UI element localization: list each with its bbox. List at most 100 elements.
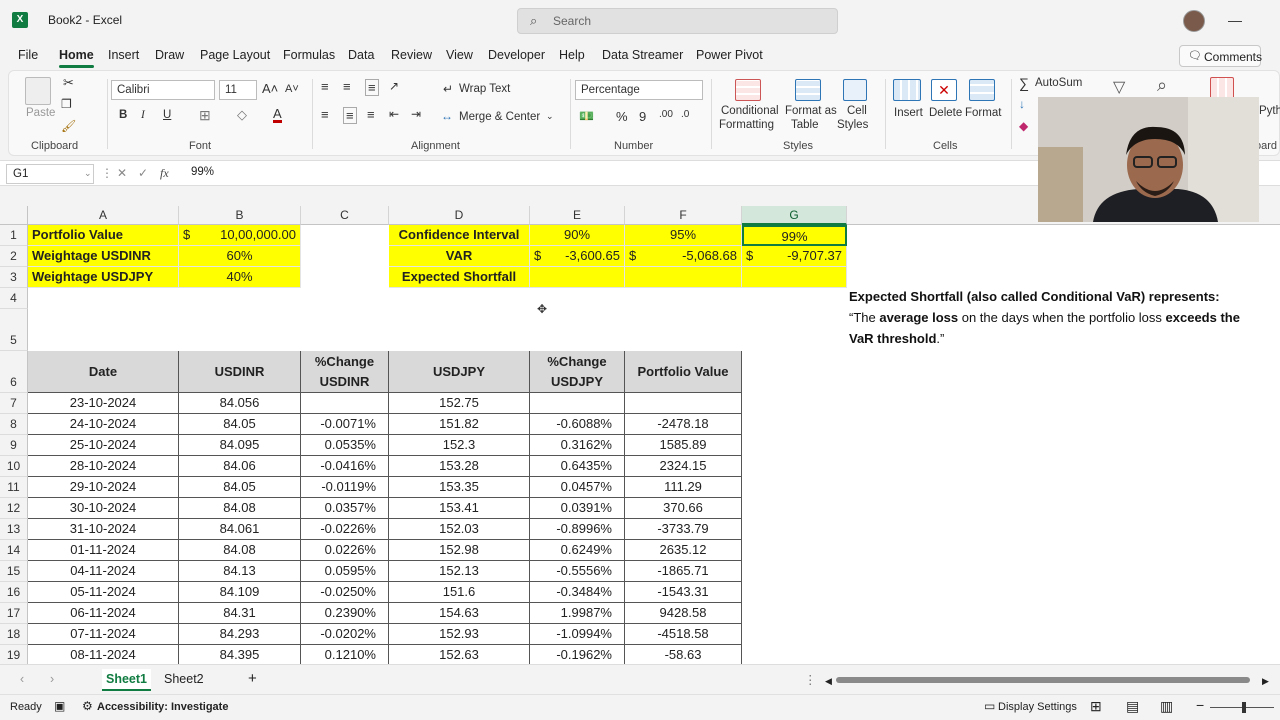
decrease-decimal-icon[interactable]: .0: [681, 109, 689, 120]
row-header[interactable]: 10: [0, 456, 28, 477]
align-center-icon[interactable]: ≡: [343, 107, 357, 124]
row-header[interactable]: 9: [0, 435, 28, 456]
merge-center-button[interactable]: Merge & Center: [459, 111, 540, 123]
date-cell[interactable]: 01-11-2024: [28, 540, 179, 561]
sort-filter-icon[interactable]: ▽: [1113, 77, 1125, 97]
change-usdinr-cell[interactable]: 0.0535%: [301, 435, 389, 456]
weight-jpy-label[interactable]: Weightage USDJPY: [28, 267, 179, 288]
scroll-left-icon[interactable]: ‹: [20, 669, 24, 689]
zoom-slider-thumb[interactable]: [1242, 702, 1246, 713]
hscroll-right-icon[interactable]: ▶: [1262, 673, 1269, 690]
bold-button[interactable]: B: [119, 109, 127, 121]
usdinr-cell[interactable]: 84.056: [179, 393, 301, 414]
date-cell[interactable]: 05-11-2024: [28, 582, 179, 603]
change-usdinr-cell[interactable]: -0.0416%: [301, 456, 389, 477]
date-cell[interactable]: 07-11-2024: [28, 624, 179, 645]
header-change-usdinr[interactable]: %Change USDINR: [301, 351, 389, 393]
usdinr-cell[interactable]: 84.293: [179, 624, 301, 645]
font-size-select[interactable]: 11: [219, 80, 257, 100]
decrease-font-icon[interactable]: A˅: [285, 83, 299, 95]
portfolio-value-cell[interactable]: 2324.15: [625, 456, 742, 477]
decrease-indent-icon[interactable]: ⇤: [389, 107, 399, 121]
row-header[interactable]: 2: [0, 246, 28, 267]
usdinr-cell[interactable]: 84.08: [179, 540, 301, 561]
var-95-cell[interactable]: $ -5,068.68: [625, 246, 742, 267]
confidence-interval-label[interactable]: Confidence Interval: [389, 225, 530, 246]
usdinr-cell[interactable]: 84.06: [179, 456, 301, 477]
align-right-icon[interactable]: ≡: [367, 107, 375, 122]
portfolio-value-cell[interactable]: 111.29: [625, 477, 742, 498]
date-cell[interactable]: 30-10-2024: [28, 498, 179, 519]
change-usdjpy-cell[interactable]: 1.9987%: [530, 603, 625, 624]
display-settings-button[interactable]: Display Settings: [998, 701, 1077, 713]
portfolio-value-cell[interactable]: -2478.18: [625, 414, 742, 435]
column-header-g[interactable]: G: [742, 206, 847, 225]
row-header[interactable]: 11: [0, 477, 28, 498]
es-90-cell[interactable]: [530, 267, 625, 288]
portfolio-value-cell[interactable]: [625, 393, 742, 414]
enter-icon[interactable]: ✓: [138, 166, 148, 180]
var-99-cell[interactable]: $ -9,707.37: [742, 246, 847, 267]
portfolio-value-cell[interactable]: 1585.89: [625, 435, 742, 456]
change-usdinr-cell[interactable]: 0.2390%: [301, 603, 389, 624]
usdinr-cell[interactable]: 84.095: [179, 435, 301, 456]
more-sheets-icon[interactable]: ⋮: [804, 669, 817, 690]
usdjpy-cell[interactable]: 152.75: [389, 393, 530, 414]
usdjpy-cell[interactable]: 152.13: [389, 561, 530, 582]
row-header[interactable]: 12: [0, 498, 28, 519]
usdinr-cell[interactable]: 84.109: [179, 582, 301, 603]
tab-power-pivot[interactable]: Power Pivot: [696, 48, 763, 62]
usdjpy-cell[interactable]: 154.63: [389, 603, 530, 624]
row-header[interactable]: 8: [0, 414, 28, 435]
change-usdjpy-cell[interactable]: -0.6088%: [530, 414, 625, 435]
usdjpy-cell[interactable]: 152.98: [389, 540, 530, 561]
tab-data[interactable]: Data: [348, 48, 374, 62]
increase-indent-icon[interactable]: ⇥: [411, 107, 421, 121]
align-middle-icon[interactable]: ≡: [343, 79, 351, 94]
format-cells-icon[interactable]: [969, 79, 995, 101]
change-usdjpy-cell[interactable]: 0.3162%: [530, 435, 625, 456]
increase-decimal-icon[interactable]: .00: [659, 109, 673, 120]
increase-font-icon[interactable]: A˄: [262, 81, 278, 96]
change-usdjpy-cell[interactable]: [530, 393, 625, 414]
es-99-cell[interactable]: [742, 267, 847, 288]
cancel-icon[interactable]: ✕: [117, 166, 127, 180]
column-header-d[interactable]: D: [389, 206, 530, 225]
header-usdjpy[interactable]: USDJPY: [389, 351, 530, 393]
es-95-cell[interactable]: [625, 267, 742, 288]
page-break-view-icon[interactable]: ▥: [1160, 698, 1173, 715]
comma-style-icon[interactable]: 9: [639, 109, 646, 124]
row-header[interactable]: 15: [0, 561, 28, 582]
weight-jpy-value[interactable]: 40%: [179, 267, 301, 288]
usdjpy-cell[interactable]: 152.3: [389, 435, 530, 456]
tab-draw[interactable]: Draw: [155, 48, 184, 62]
percent-style-icon[interactable]: %: [616, 109, 628, 124]
change-usdinr-cell[interactable]: -0.0250%: [301, 582, 389, 603]
date-cell[interactable]: 04-11-2024: [28, 561, 179, 582]
orientation-icon[interactable]: ↗: [389, 79, 399, 93]
align-left-icon[interactable]: ≡: [321, 107, 329, 122]
insert-function-icon[interactable]: fx: [160, 166, 169, 181]
usdjpy-cell[interactable]: 151.82: [389, 414, 530, 435]
tab-review[interactable]: Review: [391, 48, 432, 62]
merge-dropdown-icon[interactable]: ⌄: [546, 111, 554, 122]
change-usdinr-cell[interactable]: 0.0595%: [301, 561, 389, 582]
normal-view-icon[interactable]: ⊞: [1090, 698, 1102, 715]
ci-90-cell[interactable]: 90%: [530, 225, 625, 246]
portfolio-value-cell[interactable]: 9428.58: [625, 603, 742, 624]
header-change-usdjpy[interactable]: %Change USDJPY: [530, 351, 625, 393]
borders-icon[interactable]: ⊞: [199, 107, 211, 124]
change-usdjpy-cell[interactable]: 0.0457%: [530, 477, 625, 498]
date-cell[interactable]: 06-11-2024: [28, 603, 179, 624]
accessibility-status[interactable]: Accessibility: Investigate: [97, 701, 228, 713]
row-header[interactable]: 18: [0, 624, 28, 645]
font-color-icon[interactable]: A: [273, 107, 282, 123]
change-usdjpy-cell[interactable]: 0.6435%: [530, 456, 625, 477]
tab-data-streamer[interactable]: Data Streamer: [602, 48, 683, 62]
font-name-select[interactable]: Calibri: [111, 80, 215, 100]
change-usdinr-cell[interactable]: -0.0226%: [301, 519, 389, 540]
tab-file[interactable]: File: [18, 48, 38, 62]
fill-icon[interactable]: ↓: [1019, 97, 1025, 111]
select-all-corner[interactable]: [0, 206, 28, 225]
scroll-right-icon[interactable]: ›: [50, 669, 54, 689]
